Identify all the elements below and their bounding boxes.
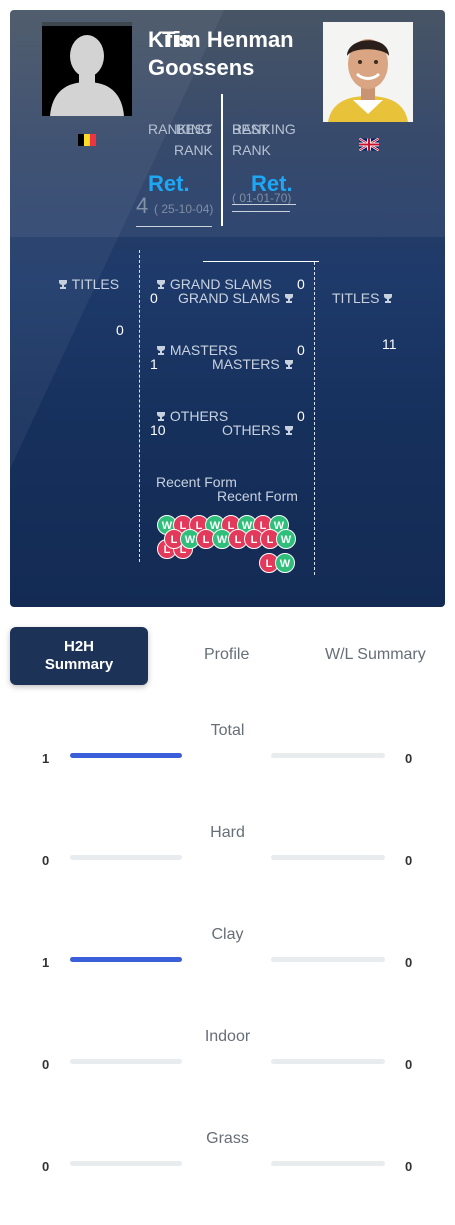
surface-left-count: 0	[42, 1057, 50, 1072]
tab-wl-summary[interactable]: W/L Summary	[325, 646, 426, 664]
surface-left-count: 1	[42, 955, 50, 970]
surface-right-bar	[271, 1059, 385, 1064]
surface-right-count: 0	[405, 1057, 413, 1072]
surface-left-bar	[70, 957, 182, 962]
surface-left-count: 1	[42, 751, 50, 766]
surface-right-count: 0	[405, 1159, 413, 1174]
surface-right-bar	[271, 753, 385, 758]
h2h-header-card: Kris Goossens Tim Henman RANKING BEST RA…	[10, 10, 445, 607]
surface-left-bar-fill	[70, 957, 182, 962]
surface-title: Indoor	[204, 1028, 251, 1045]
surface-left-bar	[70, 1059, 182, 1064]
surface-left-bar-fill	[70, 753, 182, 758]
surface-right-count: 0	[405, 751, 413, 766]
surface-left-count: 0	[42, 853, 50, 868]
surface-left-count: 0	[42, 1159, 50, 1174]
surface-left-bar	[70, 753, 182, 758]
recent-form-chips: WLLWLWLWLLLWLWLLLWLW	[10, 10, 445, 607]
surface-title: Hard	[210, 824, 245, 841]
tab-h2h-line1: H2H	[63, 638, 94, 655]
surface-title: Total	[210, 722, 245, 739]
surface-title: Clay	[211, 926, 244, 943]
tab-h2h-summary[interactable]: H2H Summary	[10, 627, 148, 685]
surface-right-bar	[271, 957, 385, 962]
surface-right-count: 0	[405, 853, 413, 868]
surface-title: Grass	[206, 1130, 249, 1147]
form-chip-right[interactable]: W	[275, 553, 295, 573]
surface-right-count: 0	[405, 955, 413, 970]
tab-h2h-line2: Summary	[44, 656, 114, 673]
surface-left-bar	[70, 1161, 182, 1166]
surface-left-bar	[70, 855, 182, 860]
tab-profile[interactable]: Profile	[204, 646, 249, 664]
surface-right-bar	[271, 1161, 385, 1166]
form-chip-right[interactable]: W	[276, 529, 296, 549]
surface-right-bar	[271, 855, 385, 860]
